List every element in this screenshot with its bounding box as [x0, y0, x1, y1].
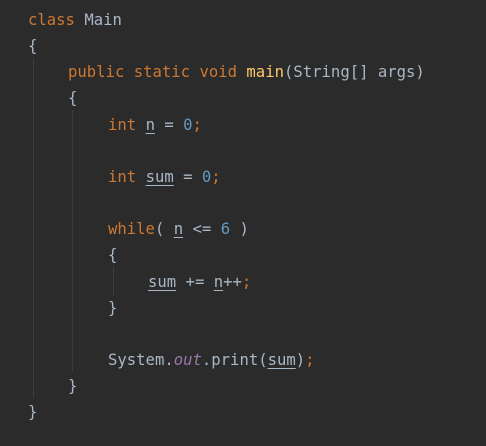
code-editor[interactable]: class Main { public static void main(Str… [0, 0, 486, 446]
semicolon: ; [305, 351, 315, 369]
code-line-3[interactable]: public static void main(String[] args) [68, 62, 425, 82]
semicolon: ; [211, 168, 221, 186]
main-params: (String[] args) [283, 63, 425, 81]
number-zero: 0 [183, 116, 193, 134]
indent-guide-class [33, 58, 34, 398]
code-line-14[interactable]: System.out.print(sum); [108, 350, 315, 370]
var-n: n [173, 220, 184, 238]
brace-open: { [108, 246, 118, 264]
brace-close: } [108, 299, 118, 317]
code-line-15[interactable]: } [68, 376, 77, 396]
while-open-paren: ( [154, 220, 174, 238]
indent-guide-while [113, 266, 114, 296]
var-n: n [145, 116, 155, 134]
assign-op: = [154, 116, 184, 134]
keyword-while: while [108, 220, 155, 238]
code-line-12[interactable]: } [108, 298, 117, 318]
var-sum: sum [145, 168, 174, 186]
brace-open: { [68, 89, 78, 107]
close-paren: ) [295, 351, 306, 369]
number-six: 6 [220, 220, 231, 238]
semicolon: ; [241, 273, 252, 291]
var-sum: sum [267, 351, 296, 369]
system-class: System. [108, 351, 174, 369]
semicolon: ; [192, 116, 202, 134]
var-n: n [213, 273, 224, 291]
assign-op: = [173, 168, 202, 186]
out-field: out [173, 351, 202, 369]
code-line-1[interactable]: class Main [28, 10, 122, 30]
code-line-10[interactable]: { [108, 245, 117, 265]
keyword-void: void [199, 63, 238, 81]
code-line-2[interactable]: { [28, 36, 37, 56]
increment-op: ++ [223, 273, 242, 291]
var-sum: sum [148, 273, 177, 291]
indent-guide-method [72, 110, 73, 372]
brace-open: { [28, 37, 38, 55]
code-line-9[interactable]: while( n <= 6 ) [108, 219, 249, 239]
brace-close: } [28, 403, 38, 421]
le-op: <= [183, 220, 221, 238]
plus-eq-op: += [176, 273, 214, 291]
class-name: Main [84, 11, 122, 29]
keyword-int: int [108, 168, 137, 186]
number-zero: 0 [201, 168, 212, 186]
code-line-11[interactable]: sum += n++; [148, 272, 251, 292]
while-close-paren: ) [230, 220, 249, 238]
code-line-4[interactable]: { [68, 88, 77, 108]
code-line-16[interactable]: } [28, 402, 37, 422]
keyword-class: class [28, 11, 75, 29]
print-call: .print( [201, 351, 268, 369]
keyword-int: int [108, 116, 137, 134]
brace-close: } [68, 377, 78, 395]
code-line-7[interactable]: int sum = 0; [108, 167, 221, 187]
keyword-public: public [68, 63, 125, 81]
code-line-5[interactable]: int n = 0; [108, 115, 202, 135]
keyword-static: static [133, 63, 191, 81]
method-main: main [246, 63, 284, 81]
